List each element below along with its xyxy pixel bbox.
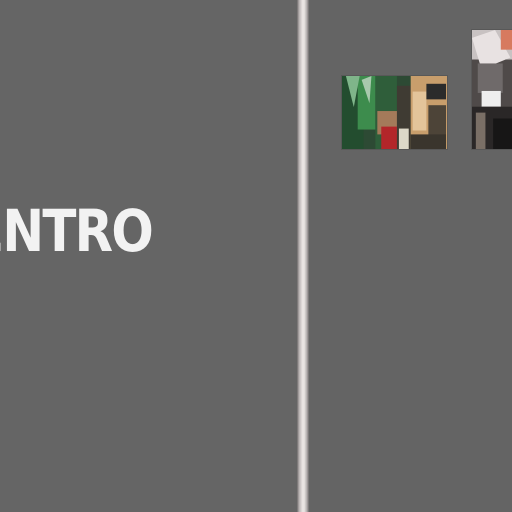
left-panel: ENTRO — [0, 0, 297, 512]
painting-image-1 — [342, 76, 447, 149]
panel-divider[interactable] — [297, 0, 309, 512]
painting-thumbnail-1[interactable] — [341, 75, 448, 150]
screen: ENTRO — [0, 0, 512, 512]
panel-title: ENTRO — [0, 197, 154, 265]
painting-image-2 — [472, 30, 512, 149]
painting-thumbnail-2[interactable] — [471, 29, 512, 150]
